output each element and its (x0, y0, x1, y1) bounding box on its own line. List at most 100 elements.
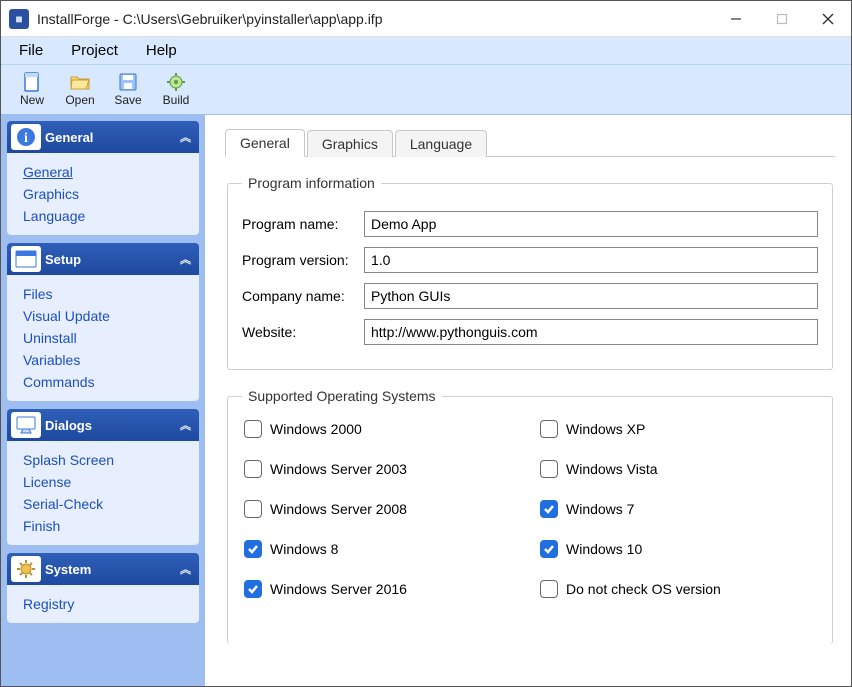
sidebar-title-dialogs: Dialogs (45, 418, 92, 433)
open-button[interactable]: Open (57, 66, 103, 112)
sidebar: i General ︽ General Graphics Language Se… (1, 115, 205, 686)
input-program-name[interactable] (364, 211, 818, 237)
os-checkbox-1[interactable]: Windows XP (540, 420, 816, 438)
svg-text:i: i (24, 131, 28, 146)
sidebar-body-setup: Files Visual Update Uninstall Variables … (7, 275, 199, 401)
os-checkbox-label: Windows 7 (566, 501, 634, 517)
tab-language[interactable]: Language (395, 130, 487, 157)
save-label: Save (114, 93, 141, 107)
checkbox-icon (540, 580, 558, 598)
row-program-name: Program name: (242, 211, 818, 237)
sidebar-header-system[interactable]: System ︽ (7, 553, 199, 585)
sidebar-item-files[interactable]: Files (23, 283, 199, 305)
sidebar-item-general[interactable]: General (23, 161, 199, 183)
checkbox-icon (540, 420, 558, 438)
input-website[interactable] (364, 319, 818, 345)
group-supported-os: Supported Operating Systems Windows 2000… (227, 388, 833, 644)
os-checkbox-5[interactable]: Windows 7 (540, 500, 816, 518)
tab-graphics[interactable]: Graphics (307, 130, 393, 157)
os-checkbox-label: Windows 10 (566, 541, 642, 557)
sidebar-item-commands[interactable]: Commands (23, 371, 199, 393)
maximize-button[interactable] (759, 1, 805, 37)
sidebar-item-visualupdate[interactable]: Visual Update (23, 305, 199, 327)
sidebar-section-setup: Setup ︽ Files Visual Update Uninstall Va… (7, 243, 199, 401)
os-checkbox-3[interactable]: Windows Vista (540, 460, 816, 478)
os-checkbox-label: Windows 2000 (270, 421, 362, 437)
sidebar-item-language[interactable]: Language (23, 205, 199, 227)
menu-project[interactable]: Project (57, 38, 132, 63)
app-icon: ■ (9, 9, 29, 29)
os-grid: Windows 2000 Windows XP Windows Server 200… (242, 414, 818, 604)
titlebar: ■ InstallForge - C:\Users\Gebruiker\pyin… (1, 1, 851, 37)
file-new-icon (21, 71, 43, 93)
main-area: i General ︽ General Graphics Language Se… (1, 115, 851, 686)
os-checkbox-label: Windows Server 2003 (270, 461, 407, 477)
chevron-down-icon: ︽ (180, 129, 191, 145)
os-checkbox-7[interactable]: Windows 10 (540, 540, 816, 558)
legend-supported-os: Supported Operating Systems (242, 388, 442, 404)
sidebar-header-general[interactable]: i General ︽ (7, 121, 199, 153)
sidebar-item-graphics[interactable]: Graphics (23, 183, 199, 205)
checkbox-icon (540, 500, 558, 518)
minimize-button[interactable] (713, 1, 759, 37)
label-website: Website: (242, 324, 364, 340)
sidebar-item-registry[interactable]: Registry (23, 593, 199, 615)
folder-open-icon (69, 71, 91, 93)
gear-icon (11, 556, 41, 582)
sidebar-title-setup: Setup (45, 252, 81, 267)
build-label: Build (163, 93, 190, 107)
row-website: Website: (242, 319, 818, 345)
menu-help[interactable]: Help (132, 38, 191, 63)
toolbar: New Open Save Build (1, 65, 851, 115)
sidebar-body-general: General Graphics Language (7, 153, 199, 235)
tab-general[interactable]: General (225, 129, 305, 157)
window-icon (11, 246, 41, 272)
checkbox-icon (540, 460, 558, 478)
os-checkbox-label: Windows 8 (270, 541, 338, 557)
tabs: General Graphics Language (225, 127, 835, 157)
info-icon: i (11, 124, 41, 150)
input-company-name[interactable] (364, 283, 818, 309)
sidebar-item-finish[interactable]: Finish (23, 515, 199, 537)
menubar: File Project Help (1, 37, 851, 65)
sidebar-header-setup[interactable]: Setup ︽ (7, 243, 199, 275)
build-button[interactable]: Build (153, 66, 199, 112)
os-checkbox-9[interactable]: Do not check OS version (540, 580, 816, 598)
sidebar-section-general: i General ︽ General Graphics Language (7, 121, 199, 235)
gear-run-icon (165, 71, 187, 93)
sidebar-item-uninstall[interactable]: Uninstall (23, 327, 199, 349)
checkbox-icon (540, 540, 558, 558)
save-icon (117, 71, 139, 93)
legend-program-info: Program information (242, 175, 381, 191)
row-company-name: Company name: (242, 283, 818, 309)
close-button[interactable] (805, 1, 851, 37)
new-button[interactable]: New (9, 66, 55, 112)
row-program-version: Program version: (242, 247, 818, 273)
label-program-name: Program name: (242, 216, 364, 232)
label-company-name: Company name: (242, 288, 364, 304)
sidebar-body-dialogs: Splash Screen License Serial-Check Finis… (7, 441, 199, 545)
checkbox-icon (244, 580, 262, 598)
input-program-version[interactable] (364, 247, 818, 273)
os-checkbox-label: Windows Vista (566, 461, 658, 477)
os-checkbox-6[interactable]: Windows 8 (244, 540, 520, 558)
os-checkbox-2[interactable]: Windows Server 2003 (244, 460, 520, 478)
checkbox-icon (244, 500, 262, 518)
os-checkbox-0[interactable]: Windows 2000 (244, 420, 520, 438)
os-checkbox-label: Windows Server 2008 (270, 501, 407, 517)
checkbox-icon (244, 420, 262, 438)
os-checkbox-8[interactable]: Windows Server 2016 (244, 580, 520, 598)
sidebar-item-variables[interactable]: Variables (23, 349, 199, 371)
sidebar-title-general: General (45, 130, 93, 145)
sidebar-header-dialogs[interactable]: Dialogs ︽ (7, 409, 199, 441)
sidebar-item-serial[interactable]: Serial-Check (23, 493, 199, 515)
os-checkbox-label: Do not check OS version (566, 581, 721, 597)
new-label: New (20, 93, 44, 107)
sidebar-item-splash[interactable]: Splash Screen (23, 449, 199, 471)
menu-file[interactable]: File (5, 38, 57, 63)
sidebar-section-dialogs: Dialogs ︽ Splash Screen License Serial-C… (7, 409, 199, 545)
checkbox-icon (244, 540, 262, 558)
sidebar-item-license[interactable]: License (23, 471, 199, 493)
save-button[interactable]: Save (105, 66, 151, 112)
os-checkbox-4[interactable]: Windows Server 2008 (244, 500, 520, 518)
